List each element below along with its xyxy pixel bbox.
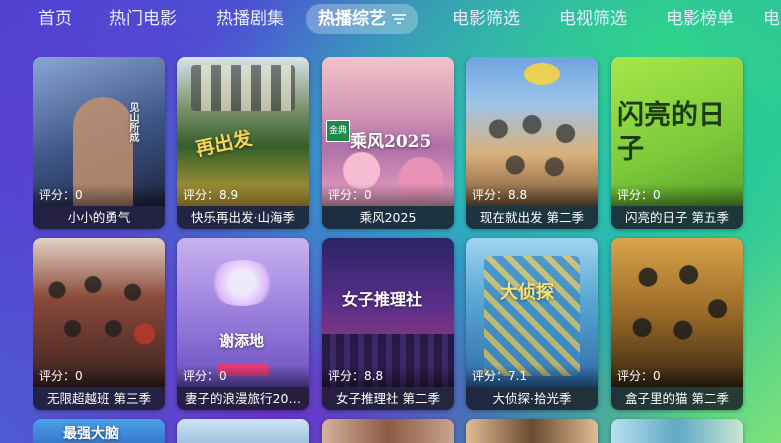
media-card[interactable]: 闪亮的日子 评分：0 闪亮的日子 第五季 — [611, 57, 743, 229]
rating-label: 评分：0 — [33, 184, 165, 206]
poster-title: 女子推理社 — [342, 290, 423, 309]
media-card[interactable]: 女子推理社 评分：8.8 女子推理社 第二季 — [322, 238, 454, 410]
media-card[interactable]: 见山所成 评分：0 小小的勇气 — [33, 57, 165, 229]
media-card[interactable]: 最强大脑 — [33, 419, 165, 443]
card-title: 现在就出发 第二季 — [466, 206, 598, 229]
rating-label: 评分：0 — [322, 184, 454, 206]
rating-label: 评分：0 — [611, 184, 743, 206]
card-title: 大侦探·拾光季 — [466, 387, 598, 410]
media-card[interactable]: 谢添地 评分：0 妻子的浪漫旅行20… — [177, 238, 309, 410]
poster-image — [322, 419, 454, 443]
quality-badge: 金典 — [326, 120, 350, 142]
poster-title: 谢添地 — [219, 332, 265, 350]
card-title: 小小的勇气 — [33, 206, 165, 229]
poster-image — [177, 419, 309, 443]
media-card[interactable] — [611, 419, 743, 443]
variety-grid: 见山所成 评分：0 小小的勇气 再出发 评分：8.9 快乐再出发·山海季 乘风2… — [33, 57, 753, 443]
media-card[interactable] — [177, 419, 309, 443]
media-card[interactable]: 评分：0 盒子里的猫 第二季 — [611, 238, 743, 410]
card-title: 无限超越班 第三季 — [33, 387, 165, 410]
card-title: 乘风2025 — [322, 206, 454, 229]
poster-image — [611, 419, 743, 443]
poster-title: 闪亮的日子 — [617, 100, 725, 165]
rating-label: 评分：0 — [177, 365, 309, 387]
poster-title: 大侦探 — [500, 282, 554, 303]
media-card[interactable]: 评分：8.8 现在就出发 第二季 — [466, 57, 598, 229]
media-card[interactable] — [466, 419, 598, 443]
nav-item-more[interactable]: 电 — [763, 6, 780, 32]
top-nav: 首页 热门电影 热播剧集 热播综艺 电影筛选 电视筛选 电影榜单 电 — [0, 0, 781, 38]
poster-title: 再出发 — [193, 127, 254, 161]
nav-item-hot-variety[interactable]: 热播综艺 — [306, 4, 418, 34]
rating-label: 评分：8.8 — [322, 365, 454, 387]
media-card[interactable]: 评分：0 无限超越班 第三季 — [33, 238, 165, 410]
rating-label: 评分：0 — [611, 365, 743, 387]
media-card[interactable] — [322, 419, 454, 443]
nav-item-home[interactable]: 首页 — [38, 6, 72, 32]
card-title: 快乐再出发·山海季 — [177, 206, 309, 229]
card-title: 女子推理社 第二季 — [322, 387, 454, 410]
nav-item-movie-ranking[interactable]: 电影榜单 — [666, 6, 734, 32]
card-title: 闪亮的日子 第五季 — [611, 206, 743, 229]
filter-icon[interactable] — [392, 14, 406, 24]
nav-item-label: 热播综艺 — [318, 9, 386, 29]
nav-item-movie-filter[interactable]: 电影筛选 — [452, 6, 520, 32]
rating-label: 评分：0 — [33, 365, 165, 387]
nav-item-hot-series[interactable]: 热播剧集 — [216, 6, 284, 32]
nav-item-tv-filter[interactable]: 电视筛选 — [559, 6, 627, 32]
card-title: 妻子的浪漫旅行20… — [177, 387, 309, 410]
poster-title: 见山所成 — [127, 102, 138, 142]
media-card[interactable]: 再出发 评分：8.9 快乐再出发·山海季 — [177, 57, 309, 229]
poster-image: 最强大脑 — [33, 419, 165, 443]
card-title: 盒子里的猫 第二季 — [611, 387, 743, 410]
rating-label: 评分：8.9 — [177, 184, 309, 206]
nav-item-hot-movies[interactable]: 热门电影 — [109, 6, 177, 32]
media-card[interactable]: 大侦探 评分：7.1 大侦探·拾光季 — [466, 238, 598, 410]
poster-image — [466, 419, 598, 443]
poster-title: 最强大脑 — [63, 426, 119, 442]
rating-label: 评分：7.1 — [466, 365, 598, 387]
poster-title: 乘风2025 — [350, 132, 432, 152]
media-card[interactable]: 乘风2025 金典 评分：0 乘风2025 — [322, 57, 454, 229]
rating-label: 评分：8.8 — [466, 184, 598, 206]
